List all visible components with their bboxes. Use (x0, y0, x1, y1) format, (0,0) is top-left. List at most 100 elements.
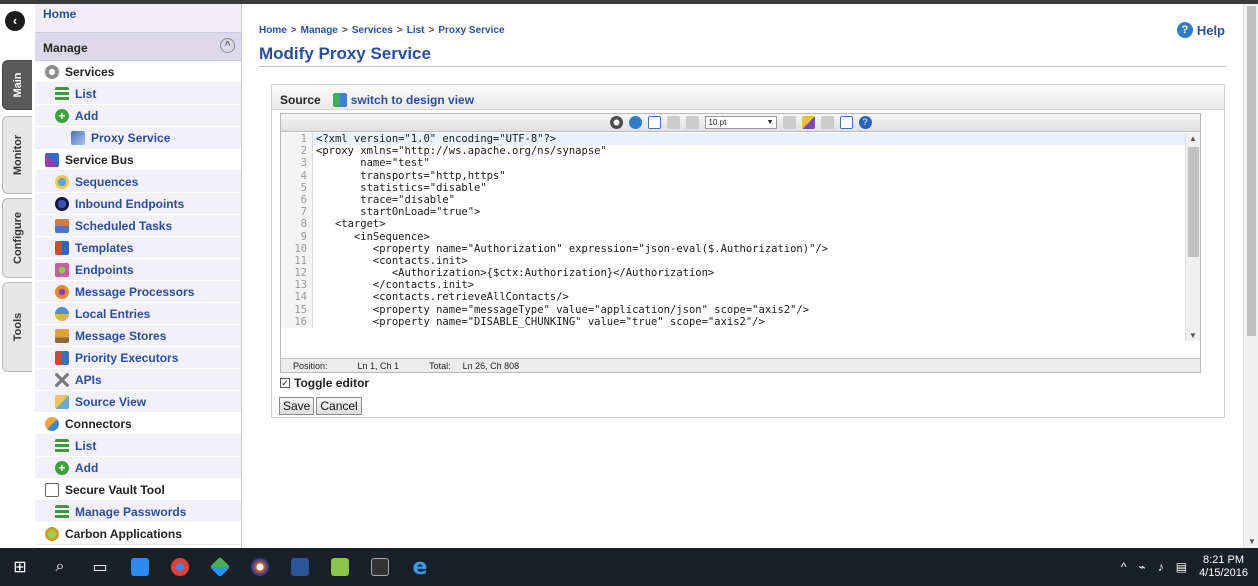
editor-toolbar: 10 pt ? (281, 114, 1200, 132)
system-clock[interactable]: 8:21 PM 4/15/2016 (1199, 554, 1248, 580)
word-icon[interactable] (280, 548, 320, 586)
collapse-menu-icon[interactable]: ‹ (5, 11, 25, 31)
chevron-up-icon[interactable]: ^ (220, 38, 235, 53)
eraser-icon[interactable] (820, 116, 834, 129)
menu-item-inbound-endpoints[interactable]: Inbound Endpoints (35, 193, 241, 215)
network-icon[interactable]: ⌁ (1138, 560, 1145, 574)
code-line[interactable]: 1 <?xml version="1.0" encoding="UTF-8"?> (281, 133, 1186, 146)
sequences-icon (55, 174, 69, 189)
notifications-icon[interactable]: ▤ (1176, 560, 1187, 574)
tab-configure[interactable]: Configure (2, 198, 32, 278)
code-line[interactable]: 2 <proxy xmlns="http://ws.apache.org/ns/s… (281, 145, 1186, 158)
volume-icon[interactable]: ♪ (1158, 560, 1164, 574)
breadcrumb-proxy-service[interactable]: Proxy Service (438, 25, 504, 36)
code-line[interactable]: 5 statistics="disable" (281, 181, 1186, 194)
menu-item-proxy-service[interactable]: Proxy Service (35, 127, 241, 149)
menu-item-carbon-applications[interactable]: Carbon Applications (35, 523, 241, 545)
menu-item-templates[interactable]: Templates (35, 237, 241, 259)
windows-start-icon[interactable]: ⊞ (0, 548, 40, 586)
code-line[interactable]: 11 <contacts.init> (281, 254, 1186, 268)
menu-item-connectors[interactable]: Connectors (35, 413, 241, 435)
cancel-button[interactable]: Cancel (316, 397, 362, 415)
menu-item-services[interactable]: Services (35, 61, 241, 83)
menu-item-label: Add (75, 108, 99, 123)
page-scroll-down-icon[interactable]: ▼ (1248, 537, 1256, 546)
eclipse-icon[interactable] (240, 548, 280, 586)
menu-item-scheduled-tasks[interactable]: Scheduled Tasks (35, 215, 241, 237)
edge-icon[interactable]: e (400, 548, 440, 586)
code-line[interactable]: 7 startOnLoad="true"> (281, 206, 1186, 219)
code-area[interactable]: 1 <?xml version="1.0" encoding="UTF-8"?> 2… (281, 133, 1186, 341)
code-line[interactable]: 8 <target> (281, 218, 1186, 231)
redo-icon[interactable] (685, 116, 699, 129)
task-view-icon[interactable]: ▭ (80, 548, 120, 586)
breadcrumb-home[interactable]: Home (259, 25, 287, 36)
toggle-editor-checkbox[interactable]: ✓ Toggle editor (280, 376, 369, 390)
goto-line-icon[interactable] (628, 116, 642, 129)
menu-item-source-view[interactable]: Source View (35, 391, 241, 413)
scroll-down-icon[interactable]: ▼ (1189, 331, 1197, 340)
fullscreen-icon[interactable] (647, 116, 661, 129)
file-explorer-icon[interactable] (120, 548, 160, 586)
tray-chevron-icon[interactable]: ^ (1121, 560, 1127, 574)
editor-help-icon[interactable]: ? (858, 116, 872, 129)
tab-main[interactable]: Main (2, 60, 32, 110)
breadcrumb-manage[interactable]: Manage (301, 25, 338, 36)
xml-source-editor[interactable]: 10 pt ? 1<?xml version="1.0" encoding="U… (280, 113, 1201, 373)
breadcrumb-services[interactable]: Services (352, 25, 393, 36)
menu-item-manage-passwords[interactable]: Manage Passwords (35, 501, 241, 523)
page-scroll-thumb[interactable] (1247, 6, 1256, 336)
save-button[interactable]: Save (279, 397, 315, 415)
menu-item-add[interactable]: + Add (35, 105, 241, 127)
page-scrollbar[interactable]: ▼ (1243, 4, 1258, 548)
highlight-icon[interactable] (801, 116, 815, 129)
help-link[interactable]: ? Help (1176, 22, 1225, 38)
menu-item-local-entries[interactable]: Local Entries (35, 303, 241, 325)
editor-scrollbar[interactable]: ▲ ▼ (1185, 133, 1200, 341)
menu-item-endpoints[interactable]: Endpoints (35, 259, 241, 281)
notepad-icon[interactable] (320, 548, 360, 586)
font-size-select[interactable]: 10 pt (704, 116, 777, 129)
menu-item-service-bus[interactable]: Service Bus (35, 149, 241, 171)
tab-monitor[interactable]: Monitor (2, 116, 32, 194)
scroll-up-icon[interactable]: ▲ (1189, 134, 1197, 143)
templates-icon (55, 240, 69, 255)
undo-icon[interactable] (666, 116, 680, 129)
code-line[interactable]: 15 <property name="messageType" value="a… (281, 303, 1186, 316)
code-line[interactable]: 3 name="test" (281, 157, 1186, 170)
menu-home-link[interactable]: Home (35, 4, 241, 32)
reset-icon[interactable] (839, 116, 853, 129)
code-line[interactable]: 16 <property name="DISABLE_CHUNKING" val… (281, 315, 1186, 328)
menu-item-message-processors[interactable]: Message Processors (35, 281, 241, 303)
terminal-icon[interactable] (360, 548, 400, 586)
menu-manage-header[interactable]: Manage ^ (35, 32, 241, 61)
menu-item-message-stores[interactable]: Message Stores (35, 325, 241, 347)
find-icon[interactable] (609, 116, 623, 129)
chrome-icon[interactable] (160, 548, 200, 586)
app-icon[interactable] (200, 548, 240, 586)
code-line[interactable]: 9 <inSequence> (281, 230, 1186, 243)
checkbox-checked-icon[interactable]: ✓ (280, 378, 290, 388)
code-line[interactable]: 13 </contacts.init> (281, 279, 1186, 292)
code-line[interactable]: 4 transports="http,https" (281, 169, 1186, 182)
help-icon: ? (1176, 22, 1193, 38)
switch-to-design-view-link[interactable]: switch to design view (332, 92, 474, 107)
code-text: <?xml version="1.0" encoding="UTF-8"?> (316, 133, 557, 145)
code-line[interactable]: 12 <Authorization>{$ctx:Authorization}</… (281, 267, 1186, 280)
code-line[interactable]: 6 trace="disable" (281, 193, 1186, 207)
syntax-toggle-icon[interactable] (782, 116, 796, 129)
menu-item-sequences[interactable]: Sequences (35, 171, 241, 193)
menu-item-list[interactable]: List (35, 83, 241, 105)
code-line[interactable]: 10 <property name="Authorization" expres… (281, 242, 1186, 255)
menu-item-add[interactable]: + Add (35, 457, 241, 479)
menu-item-apis[interactable]: APIs (35, 369, 241, 391)
tab-tools[interactable]: Tools (2, 282, 32, 372)
menu-item-secure-vault-tool[interactable]: Secure Vault Tool (35, 479, 241, 501)
menu-item-priority-executors[interactable]: Priority Executors (35, 347, 241, 369)
code-line[interactable]: 14 <contacts.retrieveAllContacts/> (281, 291, 1186, 304)
editor-scroll-thumb[interactable] (1188, 147, 1199, 257)
search-icon[interactable]: ⌕ (40, 548, 80, 586)
menu-item-list[interactable]: List (35, 435, 241, 457)
breadcrumb-list[interactable]: List (407, 25, 425, 36)
menu-item-label: Services (65, 64, 115, 79)
